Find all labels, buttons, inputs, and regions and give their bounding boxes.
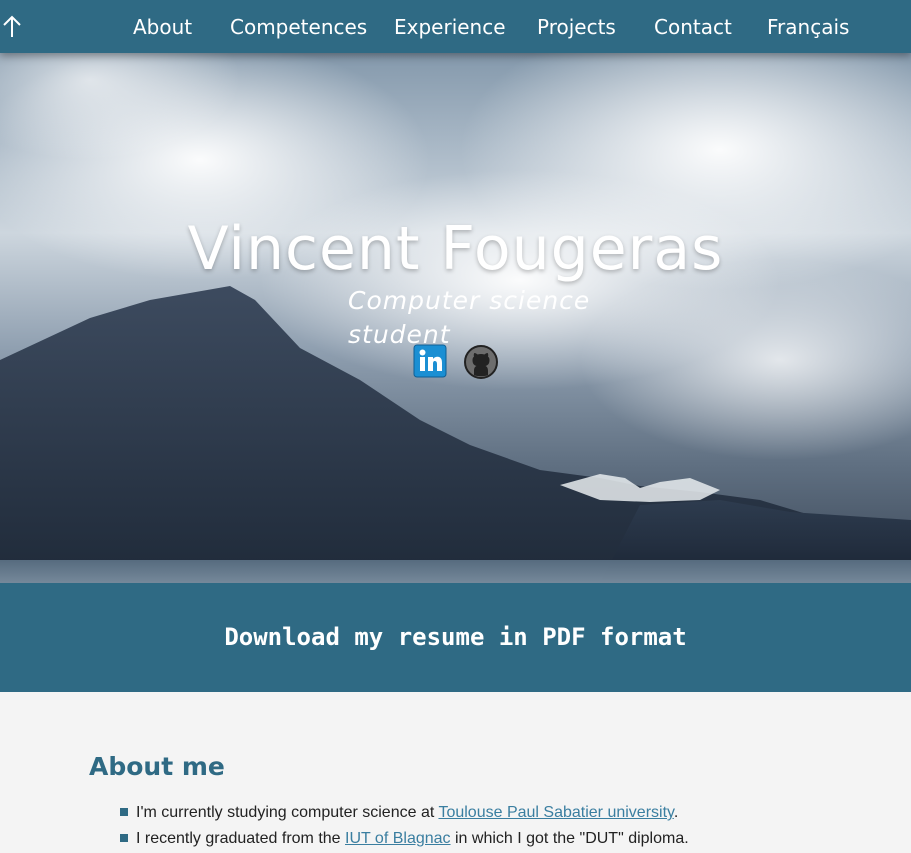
about-text: in which I got the "DUT" diploma. (450, 830, 689, 847)
nav-experience[interactable]: Experience (394, 14, 506, 40)
nav-about[interactable]: About (133, 14, 192, 40)
linkedin-icon-glyph (413, 344, 447, 378)
toulouse-university-link[interactable]: Toulouse Paul Sabatier university (438, 804, 673, 821)
about-heading: About me (89, 752, 225, 781)
nav-language-french[interactable]: Français (767, 14, 849, 40)
github-icon[interactable] (463, 344, 498, 379)
about-text: . (673, 804, 679, 821)
bullet-square-icon (120, 834, 128, 842)
arrow-up-icon-glyph (3, 15, 21, 37)
nav-contact[interactable]: Contact (654, 14, 732, 40)
linkedin-icon[interactable] (413, 344, 447, 378)
bullet-square-icon (120, 808, 128, 816)
list-item: I recently graduated from the IUT of Bla… (120, 826, 820, 852)
iut-blagnac-link[interactable]: IUT of Blagnac (345, 830, 451, 847)
top-navigation: About Competences Experience Projects Co… (0, 0, 911, 53)
about-text: I recently graduated from the (136, 830, 345, 847)
github-icon-glyph (464, 345, 498, 379)
about-text: I'm currently studying computer science … (136, 804, 439, 821)
download-resume-link[interactable]: Download my resume in PDF format (0, 620, 911, 654)
about-list: I'm currently studying computer science … (120, 800, 820, 852)
hero-title: Vincent Fougeras (187, 214, 724, 284)
nav-competences[interactable]: Competences (230, 14, 367, 40)
hero-subtitle: Computer science student (348, 286, 591, 349)
arrow-up-icon[interactable] (0, 13, 24, 41)
nav-projects[interactable]: Projects (537, 14, 616, 40)
list-item: I'm currently studying computer science … (120, 800, 820, 826)
